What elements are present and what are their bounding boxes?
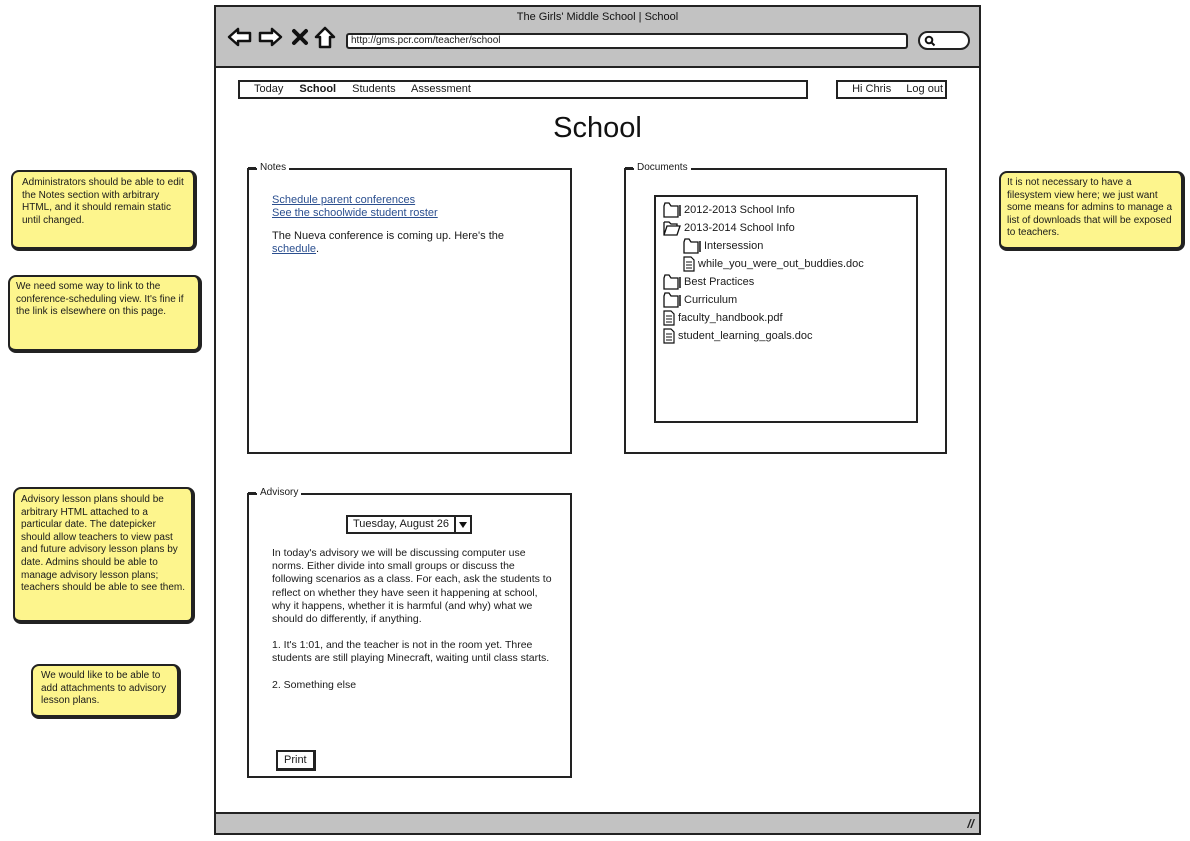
tree-item-folder[interactable]: Curriculum [662,291,916,309]
file-icon [663,328,675,344]
tree-item-file[interactable]: while_you_were_out_buddies.doc [662,255,916,273]
advisory-paragraph: 1. It's 1:01, and the teacher is not in … [272,639,550,665]
forward-arrow-icon[interactable] [257,26,283,48]
tree-item-label: 2013-2014 School Info [684,222,795,234]
resize-grip-icon[interactable]: // [967,817,974,831]
advisory-paragraph: In today's advisory we will be discussin… [272,547,552,626]
documents-section: Documents 2012-2013 School Info 2013-201… [624,162,947,454]
documents-label: Documents [625,162,691,174]
user-greeting[interactable]: Hi Chris [852,83,891,95]
schedule-conferences-link[interactable]: Schedule parent conferences [272,194,415,206]
browser-search-field[interactable] [918,31,970,50]
folder-icon [683,238,701,254]
notes-label: Notes [247,162,290,174]
tree-item-label: faculty_handbook.pdf [678,312,783,324]
tree-item-folder[interactable]: 2012-2013 School Info [662,201,916,219]
nav-item-students[interactable]: Students [352,83,395,95]
folder-icon [663,292,681,308]
annotation-advisory-plans: Advisory lesson plans should be arbitrar… [13,487,195,624]
notes-paragraph-text: The Nueva conference is coming up. Here'… [272,230,504,242]
notes-section: Notes Schedule parent conferences See th… [247,162,572,454]
file-icon [663,310,675,326]
tree-item-label: student_learning_goals.doc [678,330,813,342]
chevron-down-icon[interactable] [456,517,470,532]
tree-item-file[interactable]: student_learning_goals.doc [662,327,916,345]
annotation-notes-editing: Administrators should be able to edit th… [11,170,197,251]
nav-item-school[interactable]: School [299,83,336,95]
folder-icon [663,274,681,290]
student-roster-link[interactable]: See the schoolwide student roster [272,207,438,219]
back-arrow-icon[interactable] [227,26,252,48]
home-icon[interactable] [314,26,338,49]
tree-item-label: Curriculum [684,294,738,306]
tree-item-folder-open[interactable]: 2013-2014 School Info [662,219,916,237]
annotation-documents: It is not necessary to have a filesystem… [999,171,1185,251]
annotation-conference-link: We need some way to link to the conferen… [8,275,202,353]
main-navigation: Today School Students Assessment [238,80,808,99]
folder-icon [663,202,681,218]
tree-item-label: 2012-2013 School Info [684,204,795,216]
schedule-link[interactable]: schedule [272,243,316,255]
stop-icon[interactable] [291,26,315,48]
nav-item-assessment[interactable]: Assessment [411,83,471,95]
tree-item-file[interactable]: faculty_handbook.pdf [662,309,916,327]
tree-item-folder[interactable]: Best Practices [662,273,916,291]
nav-item-today[interactable]: Today [254,83,283,95]
user-navigation: Hi Chris Log out [836,80,947,99]
annotation-attachments: We would like to be able to add attachme… [31,664,181,719]
advisory-section: Advisory Tuesday, August 26 In today's a… [247,487,572,778]
tree-item-label: Best Practices [684,276,755,288]
browser-chrome: The Girls' Middle School | School http:/… [216,7,979,68]
notes-paragraph: The Nueva conference is coming up. Here'… [272,230,512,256]
window-title: The Girls' Middle School | School [516,11,679,23]
tree-item-folder[interactable]: Intersession [662,237,916,255]
tree-item-label: while_you_were_out_buddies.doc [698,258,864,270]
document-tree: 2012-2013 School Info 2013-2014 School I… [654,195,918,423]
page-title: School [553,112,642,144]
datepicker-value: Tuesday, August 26 [348,517,457,532]
search-icon [924,35,936,47]
advisory-datepicker[interactable]: Tuesday, August 26 [346,515,473,534]
advisory-paragraph: 2. Something else [272,678,357,691]
file-icon [683,256,695,272]
folder-open-icon [663,221,681,236]
print-button[interactable]: Print [276,750,316,771]
notes-paragraph-end: . [316,243,320,255]
address-bar[interactable]: http://gms.pcr.com/teacher/school [346,33,908,49]
logout-link[interactable]: Log out [906,83,943,95]
browser-status-bar: // [216,812,979,833]
tree-item-label: Intersession [704,240,764,252]
advisory-lesson-plan: In today's advisory we will be discussin… [272,547,557,705]
browser-window: The Girls' Middle School | School http:/… [214,5,981,835]
advisory-label: Advisory [247,487,302,499]
